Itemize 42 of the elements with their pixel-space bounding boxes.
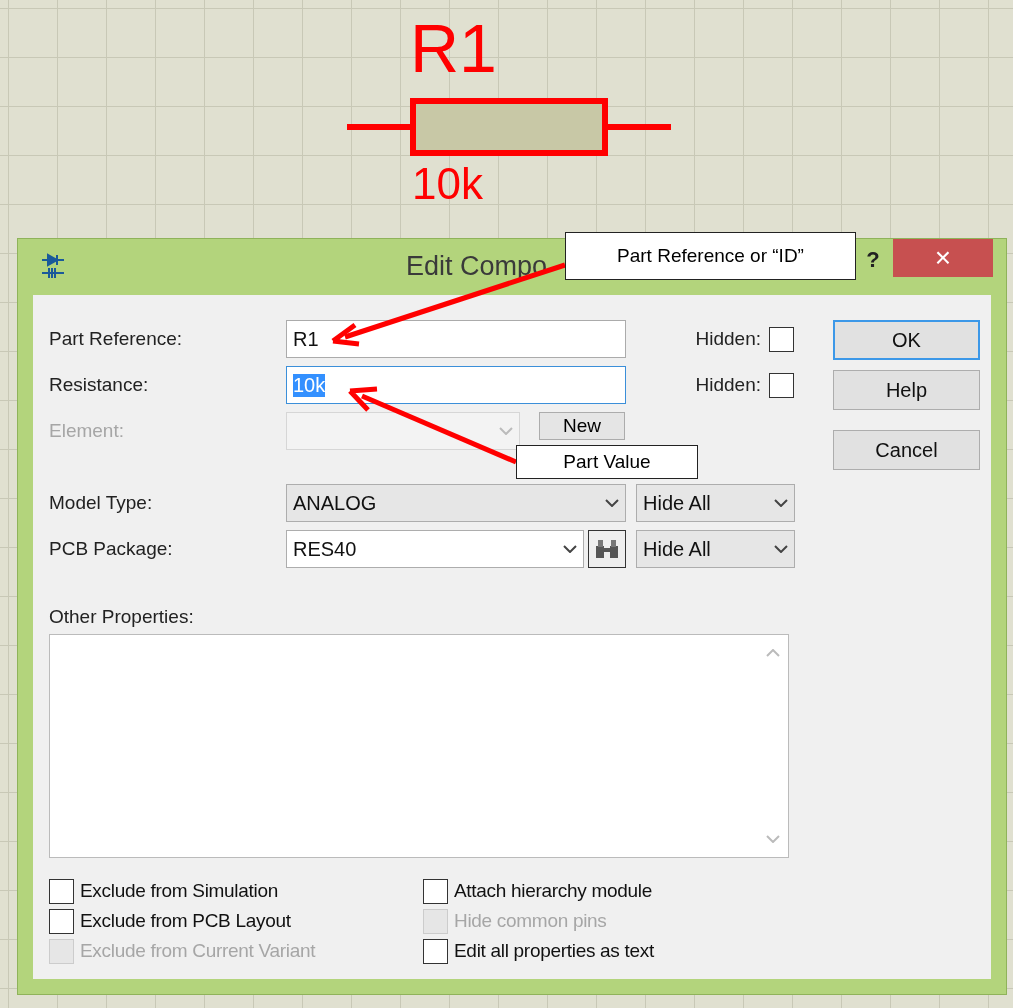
checkbox-label: Edit all properties as text: [454, 940, 654, 962]
checkbox-label: Exclude from PCB Layout: [80, 910, 291, 932]
field-label: Model Type:: [49, 492, 154, 514]
hidden-label: Hidden:: [694, 328, 761, 350]
checkbox-label: Hide common pins: [454, 910, 607, 932]
checkbox-label: Attach hierarchy module: [454, 880, 652, 902]
dialog-button[interactable]: Cancel: [833, 430, 980, 470]
other-properties-label: Other Properties:: [49, 606, 195, 628]
chevron-icon: [563, 545, 577, 553]
field-label: PCB Package:: [49, 538, 174, 560]
visibility-dropdown[interactable]: Hide All: [636, 530, 795, 568]
checkbox[interactable]: [49, 908, 74, 934]
field-label: Resistance:: [49, 374, 150, 396]
binoculars-icon: [594, 538, 620, 560]
chevron-icon: [774, 545, 788, 553]
component-icon: [40, 252, 66, 280]
chevron-icon: [774, 499, 788, 507]
visibility-dropdown[interactable]: Hide All: [636, 484, 795, 522]
field-label: Part Reference:: [49, 328, 184, 350]
checkbox[interactable]: [423, 878, 448, 904]
chevron-icon: [605, 499, 619, 507]
dropdown[interactable]: ANALOG: [286, 484, 626, 522]
binoculars-button[interactable]: [588, 530, 626, 568]
callout-box: Part Value: [516, 445, 698, 479]
checkbox[interactable]: [423, 938, 448, 964]
help-button[interactable]: ?: [853, 241, 893, 279]
text-field[interactable]: R1: [286, 320, 626, 358]
hidden-checkbox[interactable]: [769, 372, 794, 398]
component-value: 10k: [412, 162, 483, 206]
component-reference: R1: [410, 14, 497, 82]
dropdown[interactable]: RES40: [286, 530, 584, 568]
dialog-button[interactable]: OK: [833, 320, 980, 360]
hidden-label: Hidden:: [694, 374, 761, 396]
callout-box: Part Reference or “ID”: [565, 232, 856, 280]
chevron-icon: [499, 427, 513, 435]
close-button[interactable]: ×: [893, 239, 993, 277]
checkbox[interactable]: [49, 878, 74, 904]
hidden-checkbox[interactable]: [769, 326, 794, 352]
dialog-button[interactable]: Help: [833, 370, 980, 410]
checkbox-label: Exclude from Current Variant: [80, 940, 316, 962]
field-label: Element:: [49, 420, 125, 442]
checkbox-label: Exclude from Simulation: [80, 880, 278, 902]
